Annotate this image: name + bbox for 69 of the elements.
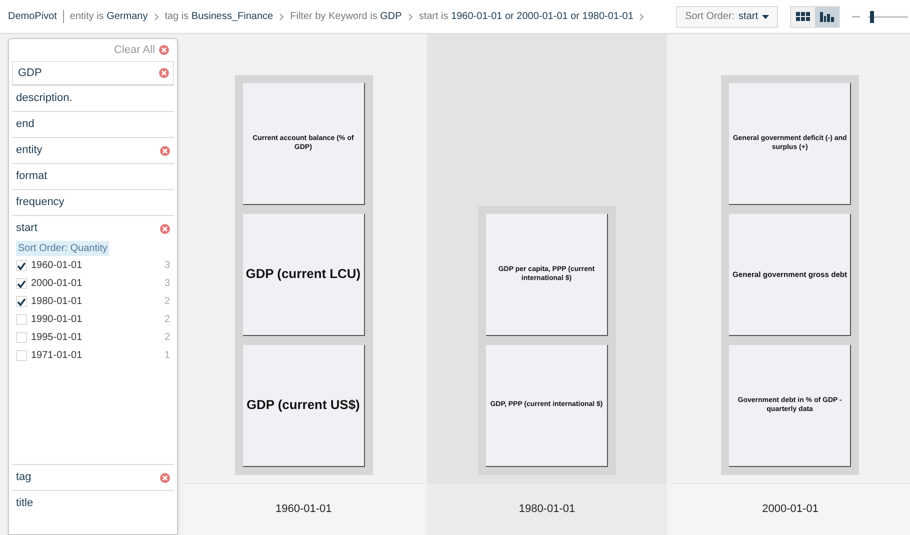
option-label: 1980-01-01	[31, 295, 84, 309]
slider-track[interactable]	[868, 10, 908, 22]
chevron-icon	[154, 12, 159, 20]
sort-dropdown[interactable]: Sort Order: start	[676, 6, 778, 28]
facet-label: frequency	[16, 195, 64, 210]
checkbox[interactable]	[16, 260, 27, 271]
facet-option[interactable]: 1960-01-01 3	[12, 257, 174, 274]
checkmark-icon	[17, 280, 26, 288]
checkbox[interactable]	[16, 296, 27, 307]
option-label: 1960-01-01	[31, 259, 84, 273]
sort-order-link[interactable]: Sort Order: Quantity	[16, 241, 110, 256]
chevron-icon	[639, 12, 644, 20]
facet-label: title	[16, 496, 34, 512]
title-tile[interactable]: GDP (current US$)	[242, 345, 365, 467]
view-button[interactable]	[815, 6, 839, 26]
facet-header[interactable]: description.	[12, 86, 174, 111]
facet-header[interactable]: format	[12, 164, 174, 189]
facet-header[interactable]: start	[12, 216, 174, 241]
facet-option[interactable]: 1995-01-01 2	[12, 329, 174, 346]
clear-icon[interactable]	[160, 472, 170, 482]
checkbox[interactable]	[16, 278, 27, 289]
facet-label: tag	[16, 470, 32, 486]
grid-view-icon	[796, 12, 810, 21]
breadcrumb-link[interactable]: entity is Germany	[70, 9, 148, 24]
facet-option[interactable]: 1980-01-01 2	[12, 293, 174, 310]
facet-option[interactable]: 2000-01-01 3	[12, 275, 174, 292]
facet-label: entity	[16, 143, 42, 158]
view-button[interactable]	[791, 6, 815, 26]
facet-header[interactable]: end	[12, 112, 174, 137]
facet-label: description.	[16, 91, 72, 106]
breadcrumb-link[interactable]: Filter by Keyword is GDP	[290, 9, 402, 24]
clear-icon[interactable]	[159, 45, 169, 55]
column-label: 1960-01-01	[276, 502, 332, 518]
column-label: 2000-01-01	[762, 502, 818, 518]
breadcrumb-link[interactable]: tag is Business_Finance	[164, 9, 274, 24]
facet-header[interactable]: entity	[12, 138, 174, 163]
chevron-icon	[408, 12, 413, 20]
chevron-icon	[279, 12, 284, 20]
title-tile[interactable]: GDP (current LCU)	[242, 214, 365, 336]
facet-option[interactable]: 1971-01-01 1	[12, 347, 174, 364]
option-count: 3	[164, 259, 170, 273]
option-label: 1971-01-01	[31, 349, 84, 363]
home-link[interactable]: DemoPivot	[8, 9, 57, 24]
column-label: 1980-01-01	[518, 502, 576, 518]
option-count: 1	[164, 349, 170, 363]
facet-header[interactable]: title	[12, 491, 174, 516]
option-count: 2	[164, 295, 170, 309]
facet-label: end	[16, 117, 34, 132]
clear-icon[interactable]	[160, 224, 170, 234]
checkmark-icon	[17, 262, 26, 270]
option-count: 2	[164, 331, 170, 345]
facet-header[interactable]: frequency	[12, 190, 174, 215]
clear-icon[interactable]	[160, 146, 170, 156]
facet-header[interactable]: tag	[12, 465, 174, 490]
facet-label: format	[16, 169, 48, 184]
slider-thumb[interactable]	[870, 10, 874, 22]
bar-view-icon	[820, 12, 834, 22]
option-label: 1990-01-01	[31, 313, 84, 327]
option-label: 2000-01-01	[31, 277, 84, 291]
clear-icon[interactable]	[159, 68, 169, 78]
option-count: 3	[164, 277, 170, 291]
facet-option[interactable]: 1990-01-01 2	[12, 311, 174, 328]
breadcrumb-link[interactable]: start is 1960-01-01 or 2000-01-01 or 1980-01-01	[418, 9, 634, 24]
option-label: 1995-01-01	[31, 331, 84, 345]
facet-label: start	[16, 221, 38, 236]
caret-icon	[762, 14, 769, 18]
checkmark-icon	[17, 298, 26, 306]
option-count: 2	[164, 313, 170, 327]
search-field[interactable]: GDP	[12, 61, 174, 85]
